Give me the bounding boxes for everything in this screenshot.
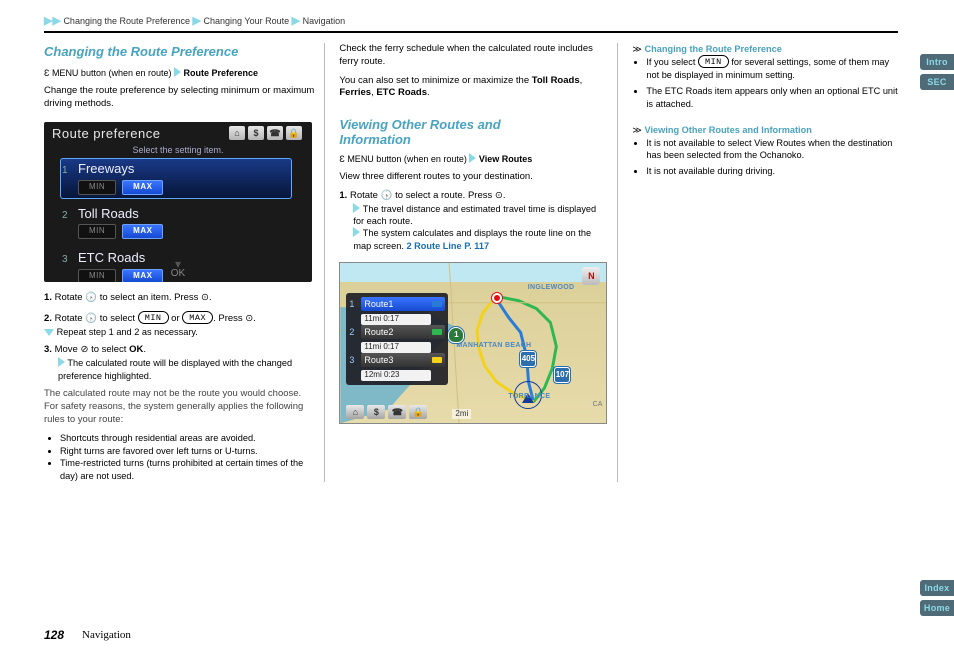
tab-intro[interactable]: Intro bbox=[920, 54, 954, 70]
highway-shield-icon: 1 bbox=[448, 327, 464, 343]
city-label: MANHATTAN BEACH bbox=[456, 341, 531, 350]
route-preference-screenshot: Route preference ⌂ $ ☎ 🔒 Select the sett… bbox=[44, 122, 312, 282]
max-toggle: MAX bbox=[122, 180, 163, 195]
highway-shield-icon: 405 bbox=[520, 351, 536, 367]
xref-page[interactable]: P. 117 bbox=[464, 241, 489, 251]
tab-home[interactable]: Home bbox=[920, 600, 954, 616]
city-label: TORRANCE bbox=[508, 392, 550, 401]
shot1-ok: ▾OK bbox=[44, 261, 312, 281]
arrow-icon bbox=[58, 357, 65, 367]
col-left: Changing the Route Preference Ɛ MENU but… bbox=[44, 43, 324, 482]
shot1-subtitle: Select the setting item. bbox=[44, 144, 312, 156]
scale-label: 2mi bbox=[452, 409, 471, 420]
instr-3: 3. Move ⊘ to select OK. The calculated r… bbox=[44, 344, 314, 382]
tab-sec[interactable]: SEC bbox=[920, 74, 954, 90]
instr2-1: 1. Rotate 🕟 to select a route. Press ⊙. … bbox=[339, 190, 607, 253]
min-chip: MIN bbox=[138, 311, 169, 324]
north-icon: N bbox=[582, 267, 600, 285]
breadcrumb: ▶▶ Changing the Route Preference ▶ Chang… bbox=[44, 14, 898, 27]
sidenote-1: ≫ Changing the Route Preference If you s… bbox=[632, 43, 898, 110]
sidenote-2: ≫ Viewing Other Routes and Information I… bbox=[632, 124, 898, 178]
note-rules: The calculated route may not be the rout… bbox=[44, 388, 314, 426]
caret-icon: ▶ bbox=[193, 15, 201, 27]
side-tabs-bottom: Index Home bbox=[920, 580, 954, 620]
city-label: INGLEWOOD bbox=[528, 283, 575, 292]
shot1-toolbar-icons: ⌂ $ ☎ 🔒 bbox=[229, 126, 302, 140]
view-routes-title: Viewing Other Routes andInformation bbox=[339, 118, 607, 147]
caret-icon: ▶▶ bbox=[44, 15, 61, 27]
footer-label: Navigation bbox=[82, 629, 131, 641]
section-title: Changing the Route Preference bbox=[44, 43, 314, 61]
list-item: If you select MIN for several settings, … bbox=[646, 55, 898, 81]
ferry-note: Check the ferry schedule when the calcul… bbox=[339, 43, 607, 69]
col-right: ≫ Changing the Route Preference If you s… bbox=[617, 43, 898, 482]
panel-row: 2 Route2 bbox=[349, 325, 445, 339]
money-icon: $ bbox=[248, 126, 264, 140]
col-middle: Check the ferry schedule when the calcul… bbox=[324, 43, 617, 482]
intro-2: View three different routes to your dest… bbox=[339, 171, 607, 184]
top-rule bbox=[44, 31, 898, 33]
list-item: Time-restricted turns (turns prohibited … bbox=[60, 457, 314, 482]
shot1-title: Route preference bbox=[52, 125, 160, 143]
min-toggle: MIN bbox=[78, 180, 116, 195]
instr-1: 1. Rotate 🕟 to select an item. Press ⊙. bbox=[44, 292, 314, 305]
globe-icon: ⌂ bbox=[346, 405, 364, 419]
tab-index[interactable]: Index bbox=[920, 580, 954, 596]
panel-dist: 11mi 0:17 bbox=[361, 314, 431, 325]
menu-path: Ɛ MENU button (when en route) Route Pref… bbox=[44, 67, 314, 79]
max-toggle: MAX bbox=[122, 224, 163, 239]
bc-seg1: Changing the Route Preference bbox=[63, 16, 190, 26]
money-icon: $ bbox=[367, 405, 385, 419]
lock-icon: 🔒 bbox=[286, 126, 302, 140]
arrow-icon bbox=[353, 227, 360, 237]
bc-seg3: Navigation bbox=[303, 16, 346, 26]
list-item: It is not available during driving. bbox=[646, 165, 898, 177]
note-rules-list: Shortcuts through residential areas are … bbox=[60, 432, 314, 482]
min-chip: MIN bbox=[698, 55, 729, 68]
down-arrow-icon bbox=[44, 329, 54, 336]
panel-dist: 11mi 0:17 bbox=[361, 342, 431, 353]
caret-icon: ▶ bbox=[292, 15, 300, 27]
highway-shield-icon: 107 bbox=[554, 367, 570, 383]
instr-2: 2. Rotate 🕟 to select MIN or MAX. Press … bbox=[44, 311, 314, 338]
page-number: 128 bbox=[44, 628, 64, 642]
arrow-icon bbox=[469, 153, 476, 163]
phone-icon: ☎ bbox=[267, 126, 283, 140]
panel-dist: 12mi 0:23 bbox=[361, 370, 431, 381]
arrow-icon bbox=[353, 203, 360, 213]
intro-text: Change the route preference by selecting… bbox=[44, 85, 314, 111]
min-toggle: MIN bbox=[78, 224, 116, 239]
globe-icon: ⌂ bbox=[229, 126, 245, 140]
panel-row: 1 Route1 bbox=[349, 297, 445, 311]
shot1-row: 2 Toll Roads MIN MAX bbox=[60, 203, 292, 243]
shot1-list: 1 Freeways MIN MAX 2 Toll Roads MIN MAX bbox=[60, 158, 292, 264]
shot1-row: 1 Freeways MIN MAX bbox=[60, 158, 292, 198]
menu-path-2: Ɛ MENU button (when en route) View Route… bbox=[339, 153, 607, 165]
arrow-icon bbox=[174, 67, 181, 77]
page-footer: 128 Navigation bbox=[44, 628, 906, 642]
panel-row: 3 Route3 bbox=[349, 353, 445, 367]
xref-link[interactable]: 2 Route Line bbox=[406, 241, 461, 251]
max-chip: MAX bbox=[182, 311, 213, 324]
lock-icon: 🔒 bbox=[409, 405, 427, 419]
list-item: Right turns are favored over left turns … bbox=[60, 445, 314, 457]
bc-seg2: Changing Your Route bbox=[204, 16, 290, 26]
phone-icon: ☎ bbox=[388, 405, 406, 419]
list-item: The ETC Roads item appears only when an … bbox=[646, 85, 898, 110]
list-item: It is not available to select View Route… bbox=[646, 137, 898, 162]
side-tabs-top: Intro SEC bbox=[920, 54, 954, 94]
also-note: You can also set to minimize or maximize… bbox=[339, 75, 607, 101]
list-item: Shortcuts through residential areas are … bbox=[60, 432, 314, 444]
view-routes-screenshot: INGLEWOOD MANHATTAN BEACH TORRANCE CA 40… bbox=[339, 262, 607, 424]
routes-panel: 1 Route1 11mi 0:17 2 Route2 11mi 0:17 3 … bbox=[346, 293, 448, 385]
city-label: CA bbox=[593, 400, 603, 409]
shot2-bottom-icons: ⌂ $ ☎ 🔒 bbox=[346, 405, 427, 419]
